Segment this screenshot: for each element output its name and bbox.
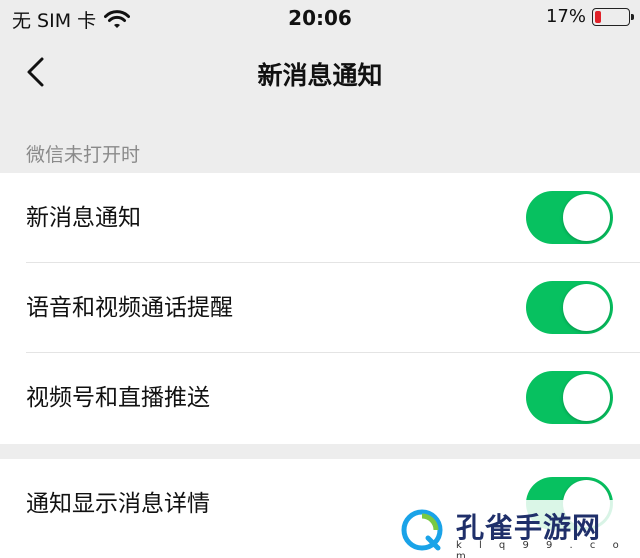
setting-label: 视频号和直播推送 — [26, 385, 210, 411]
battery-icon — [592, 7, 634, 26]
section-label: 微信未打开时 — [26, 144, 141, 166]
setting-label: 通知显示消息详情 — [26, 491, 210, 517]
page-title: 新消息通知 — [257, 61, 383, 90]
settings-group-app-closed: 新消息通知 语音和视频通话提醒 视频号和直播推送 — [0, 173, 640, 444]
watermark-subtitle: k l q 9 9 . c o m — [456, 540, 626, 558]
setting-row-channels-live: 视频号和直播推送 — [0, 353, 640, 443]
status-time: 20:06 — [288, 6, 352, 30]
channels-live-toggle[interactable] — [526, 371, 613, 424]
setting-label: 新消息通知 — [26, 205, 141, 231]
screen: 无 SIM 卡 20:06 17% 新消息通知 微信未打开时 新消息通知 语音和… — [0, 0, 640, 558]
watermark: 孔雀手游网 k l q 9 9 . c o m — [392, 500, 640, 558]
toggle-knob — [563, 194, 610, 241]
toggle-knob — [563, 284, 610, 331]
new-message-toggle[interactable] — [526, 191, 613, 244]
setting-row-call-reminder: 语音和视频通话提醒 — [0, 263, 640, 353]
toggle-knob — [563, 374, 610, 421]
battery-level — [595, 10, 601, 23]
setting-label: 语音和视频通话提醒 — [26, 295, 233, 321]
nav-bar: 新消息通知 — [0, 36, 640, 108]
call-reminder-toggle[interactable] — [526, 281, 613, 334]
status-bar: 无 SIM 卡 20:06 17% — [0, 0, 640, 36]
battery-percent: 17% — [545, 6, 586, 27]
status-right: 17% — [545, 6, 634, 27]
watermark-logo-icon — [401, 509, 443, 551]
setting-row-new-message: 新消息通知 — [0, 173, 640, 263]
